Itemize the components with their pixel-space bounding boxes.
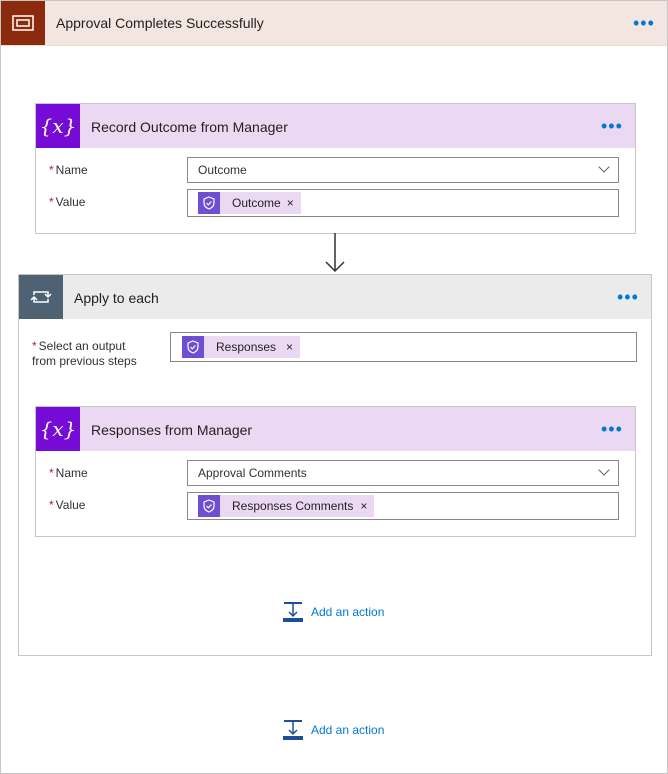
scope-header[interactable]: Approval Completes Successfully ••• [1,1,667,46]
outer-add-action-button[interactable]: Add an action [283,720,384,740]
record-outcome-more-button[interactable]: ••• [601,117,623,135]
value-label: * Value [49,498,85,512]
approval-icon [198,495,220,517]
outer-add-action-label: Add an action [311,723,385,737]
scope-icon [1,1,45,45]
variable-icon: {x} [36,104,80,148]
name-label-text: Name [55,466,88,480]
add-action-icon [283,602,303,622]
chevron-down-icon [598,464,610,476]
inner-add-action-button[interactable]: Add an action [283,602,384,622]
value-label: * Value [49,195,85,209]
chevron-down-icon [598,161,610,173]
remove-token-icon[interactable]: × [287,196,294,210]
name-select-value: Approval Comments [198,466,307,480]
variable-icon: {x} [36,407,80,451]
record-outcome-header[interactable]: {x} Record Outcome from Manager ••• [36,104,635,148]
name-select[interactable]: Outcome [187,157,619,183]
scope-title: Approval Completes Successfully [56,15,264,31]
apply-to-each-more-button[interactable]: ••• [617,288,639,306]
select-output-label-line1: Select an output [38,339,126,353]
responses-manager-header[interactable]: {x} Responses from Manager ••• [36,407,635,451]
connector-arrow-icon [325,233,345,273]
approval-icon [198,192,220,214]
apply-to-each-header[interactable]: Apply to each ••• [19,275,651,319]
required-mark: * [49,163,54,177]
record-outcome-card: {x} Record Outcome from Manager ••• * Nam… [35,103,636,234]
outcome-token[interactable]: Outcome × [198,192,301,214]
flow-canvas: Approval Completes Successfully ••• {x} … [0,0,668,774]
required-mark: * [49,195,54,209]
responses-manager-title: Responses from Manager [91,422,253,438]
responses-manager-more-button[interactable]: ••• [601,420,623,438]
name-label: * Name [49,163,88,177]
value-input[interactable]: Outcome × [187,189,619,217]
name-label: * Name [49,466,88,480]
required-mark: * [32,339,37,353]
responses-comments-token[interactable]: Responses Comments × [198,495,375,517]
inner-add-action-label: Add an action [311,605,385,619]
required-mark: * [49,498,54,512]
value-input[interactable]: Responses Comments × [187,492,619,520]
remove-token-icon[interactable]: × [286,340,293,354]
apply-to-each-card: Apply to each ••• * Select an output from… [18,274,652,656]
responses-token[interactable]: Responses × [182,336,301,358]
value-label-text: Value [55,195,86,209]
add-action-icon [283,720,303,740]
loop-icon [19,275,63,319]
token-label: Responses [216,340,277,354]
select-output-input[interactable]: Responses × [170,332,637,362]
value-label-text: Value [55,498,86,512]
select-output-label-line2: from previous steps [32,354,137,368]
token-label: Outcome [232,196,281,210]
select-output-label: * Select an output from previous steps [32,339,137,369]
name-select[interactable]: Approval Comments [187,460,619,486]
record-outcome-title: Record Outcome from Manager [91,119,288,135]
scope-more-button[interactable]: ••• [633,14,655,32]
apply-to-each-title: Apply to each [74,290,159,306]
required-mark: * [49,466,54,480]
token-label: Responses Comments [232,499,354,513]
responses-manager-card: {x} Responses from Manager ••• * Name App… [35,406,636,537]
remove-token-icon[interactable]: × [360,499,367,513]
name-select-value: Outcome [198,163,247,177]
approval-icon [182,336,204,358]
name-label-text: Name [55,163,88,177]
